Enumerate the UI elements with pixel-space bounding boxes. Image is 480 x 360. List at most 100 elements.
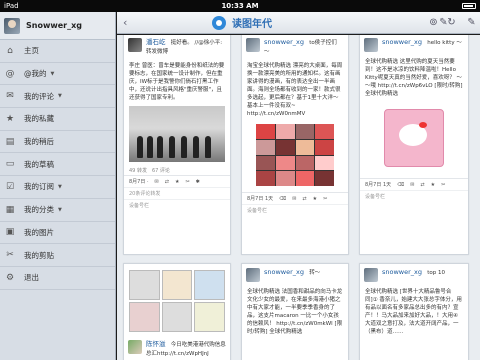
sidebar-item-label: 我的分类 (24, 205, 54, 215)
author-name[interactable]: snowwer_xg (264, 38, 304, 46)
favorite-icon[interactable]: ★ (431, 182, 435, 188)
feed-card[interactable]: 陈怀滋 今日吃美港港代购信息总汇http://t.cn/zWpHJnJ (123, 263, 231, 360)
user-name: Snowwer_xg (26, 21, 82, 30)
feed-card[interactable]: snowwer_xg 转～ 全球代购精选 法国香和甜品的向马卡龙文化少女的最爱，… (241, 263, 349, 360)
author-avatar (246, 268, 260, 282)
sidebar-item-label: @我的 (24, 69, 47, 79)
sidebar-item[interactable]: ▭ 我的草稿 (0, 153, 115, 177)
author-avatar (128, 340, 142, 354)
sidebar-item[interactable]: ✂ 我的剪贴 (0, 244, 115, 267)
post-date: 8月7日 ⋅ (129, 179, 149, 185)
feed-area: 潘石屹 挺好看。 //@徐小平:转发微博 李庄 曾医：曾车是要能身份和纸法的要要… (117, 35, 480, 360)
sidebar-item[interactable]: ☑ 我的订阅 ▼ (0, 176, 115, 199)
sidebar-item[interactable]: ▤ 我的稍后 (0, 131, 115, 154)
post-source: 设备号栏 (124, 199, 230, 211)
author-name[interactable]: snowwer_xg (264, 268, 304, 276)
post-image[interactable] (129, 106, 225, 162)
sidebar-item[interactable]: ⌂ 主页 (0, 40, 115, 63)
comment-icon[interactable]: ✉ (155, 179, 159, 185)
category-icon: ▦ (5, 204, 15, 215)
sidebar-item[interactable]: @ @我的 ▼ (0, 63, 115, 86)
picture-icon: ▣ (5, 227, 15, 238)
clock: 10:33 AM (221, 2, 259, 10)
sidebar-item-label: 我的订阅 (24, 182, 54, 192)
app-logo-icon (212, 15, 226, 30)
quoted-text: 全球代购精选 法国香和甜品的向马卡龙文化少女的最爱，在来最多海港小猪之中有大家才… (247, 289, 343, 335)
app-title: 读图年代 (232, 19, 272, 30)
expand-caret-icon[interactable]: ▼ (51, 71, 55, 77)
repost-icon[interactable]: ⇄ (420, 182, 424, 188)
post-image[interactable] (256, 124, 334, 186)
sidebar-item-label: 我的评论 (24, 91, 54, 101)
hello-kitty-fridge-image (384, 109, 444, 167)
clip-icon[interactable]: ✂ (185, 179, 189, 185)
quoted-text: 淘宝全球代购精选 漂亮的大桌面，每周换一款漂亮美的所用的通知栏。这有画家讲得的漫… (247, 63, 343, 117)
post-text: top 10 (427, 270, 446, 276)
author-name[interactable]: 潘石屹 (146, 38, 166, 46)
author-avatar (246, 38, 260, 52)
post-image[interactable] (365, 102, 463, 174)
sidebar-item[interactable]: ★ 我的私藏 (0, 108, 115, 131)
feed-card[interactable]: snowwer_xg to侯子控们 ～ 淘宝全球代购精选 漂亮的大桌面，每周换一… (241, 35, 349, 255)
card-actions: 8月7日 ⋅ ✉ ⇄ ★ ✂ ✱ (124, 175, 230, 187)
comment-icon[interactable]: ✉ (410, 182, 414, 188)
expand-caret-icon[interactable]: ▼ (58, 184, 62, 190)
post-date: 8月7日 1天 (247, 196, 274, 202)
sidebar-item-label: 我的稍后 (24, 137, 54, 147)
favorite-icon[interactable]: ★ (313, 196, 317, 202)
author-name[interactable]: snowwer_xg (382, 38, 422, 46)
quoted-text: 全球代购精选 这里代购的夏天当然要到！这不是冰凉的饮料降温啦！Hello Kit… (365, 59, 463, 97)
avatar (4, 17, 20, 34)
comment-icon: ✉ (6, 91, 14, 102)
subscribe-icon: ☑ (5, 181, 15, 192)
author-name[interactable]: 陈怀滋 (146, 340, 166, 348)
repost-icon[interactable]: ⇄ (302, 196, 306, 202)
at-icon: @ (5, 68, 15, 79)
draft-icon: ▭ (5, 159, 15, 170)
delete-icon[interactable]: ⌫ (397, 182, 404, 188)
repost-count: 49 转发 (129, 168, 147, 174)
favorite-icon[interactable]: ★ (175, 179, 179, 185)
post-source: 设备号栏 (242, 204, 348, 216)
sidebar-item-label: 主页 (24, 46, 39, 56)
feed-card[interactable]: 潘石屹 挺好看。 //@徐小平:转发微博 李庄 曾医：曾车是要能身份和纸法的要要… (123, 35, 231, 255)
edit-icon[interactable]: ✎ (465, 16, 478, 29)
clip-icon[interactable]: ✂ (323, 196, 327, 202)
clip-icon: ✂ (6, 250, 14, 261)
author-name[interactable]: snowwer_xg (382, 268, 422, 276)
view-toggle-icon[interactable]: ⊚ (427, 16, 440, 29)
quoted-text: 全球代购精选 [世界十大精品鲁号合同]① 香奈儿，始建大大张总字体分，用有品以面… (365, 289, 462, 335)
sidebar-item-label: 退出 (24, 273, 39, 283)
sidebar-item[interactable]: ✉ 我的评论 ▼ (0, 85, 115, 109)
feed-card[interactable]: snowwer_xg hello kitty ～ 全球代购精选 这里代购的夏天当… (359, 35, 469, 255)
card-actions: 8月7日 1天 ⌫ ✉ ⇄ ★ ✂ (360, 178, 468, 190)
sidebar-item[interactable]: ▦ 我的分类 ▼ (0, 199, 115, 222)
sidebar-item[interactable]: ⚙ 退出 (0, 267, 115, 290)
clip-icon[interactable]: ✂ (441, 182, 445, 188)
card-actions: 8月7日 1天 ⌫ ✉ ⇄ ★ ✂ (242, 192, 348, 204)
comments-link[interactable]: 20条评论转发 (124, 187, 230, 199)
delete-icon[interactable]: ⌫ (279, 196, 286, 202)
comment-icon[interactable]: ✉ (292, 196, 296, 202)
repost-stats: 49 转发 67 评论 (124, 166, 230, 175)
repost-icon[interactable]: ⇄ (165, 179, 169, 185)
expand-caret-icon[interactable]: ▼ (58, 93, 62, 99)
post-text: hello kitty ～ (427, 40, 462, 46)
back-chevron-icon[interactable]: ‹ (123, 16, 137, 29)
tag-icon[interactable]: ✱ (196, 179, 200, 185)
sidebar-item-label: 我的草稿 (24, 159, 54, 169)
feed-card[interactable]: snowwer_xg top 10 全球代购精选 [世界十大精品鲁号合同]① 香… (359, 263, 469, 360)
logout-icon: ⚙ (5, 272, 15, 283)
post-image[interactable] (129, 270, 225, 332)
author-avatar (128, 38, 142, 52)
refresh-icon[interactable]: ↻ (445, 16, 458, 29)
expand-caret-icon[interactable]: ▼ (58, 207, 62, 213)
post-source: 设备号栏 (360, 190, 468, 202)
page-icon: ▤ (5, 136, 15, 147)
quoted-text: 李庄 曾医：曾车是要能身份和纸法的要要标志，在国家统一设计制作，但在重庆，IW标… (129, 63, 225, 101)
sidebar-user[interactable]: Snowwer_xg (0, 12, 115, 40)
sidebar-item-label: 我的剪贴 (24, 250, 54, 260)
author-avatar (364, 268, 378, 282)
sidebar-item[interactable]: ▣ 我的图片 (0, 222, 115, 245)
sidebar-item-label: 我的图片 (24, 227, 54, 237)
